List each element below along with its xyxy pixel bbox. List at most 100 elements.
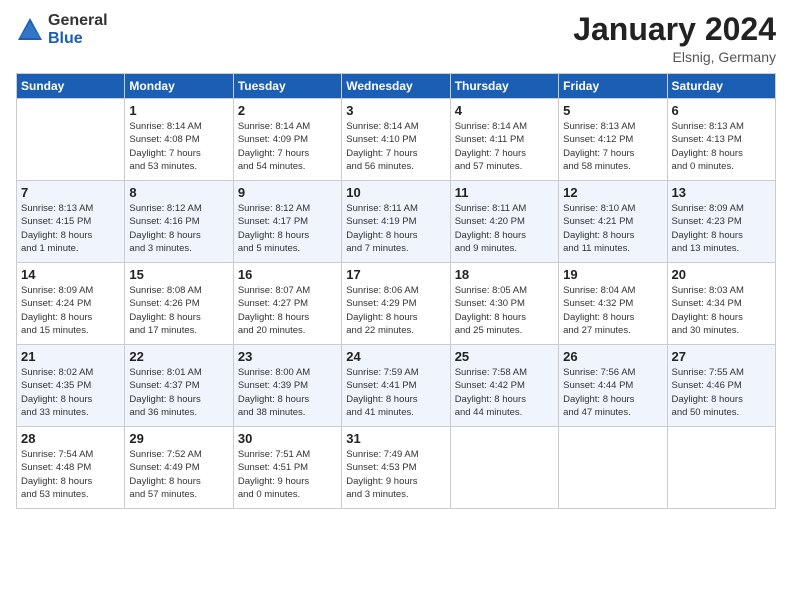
day-info: Sunrise: 8:14 AMSunset: 4:09 PMDaylight:… bbox=[238, 120, 337, 173]
day-number: 1 bbox=[129, 103, 228, 118]
day-info: Sunrise: 7:49 AMSunset: 4:53 PMDaylight:… bbox=[346, 448, 445, 501]
day-number: 9 bbox=[238, 185, 337, 200]
day-number: 31 bbox=[346, 431, 445, 446]
day-info: Sunrise: 8:09 AMSunset: 4:24 PMDaylight:… bbox=[21, 284, 120, 337]
day-number: 24 bbox=[346, 349, 445, 364]
table-row: 16 Sunrise: 8:07 AMSunset: 4:27 PMDayligh… bbox=[233, 263, 341, 345]
day-number: 20 bbox=[672, 267, 771, 282]
day-number: 10 bbox=[346, 185, 445, 200]
table-row: 15 Sunrise: 8:08 AMSunset: 4:26 PMDayligh… bbox=[125, 263, 233, 345]
table-row: 4Sunrise: 8:14 AMSunset: 4:11 PMDaylight… bbox=[450, 99, 558, 181]
day-info: Sunrise: 8:11 AMSunset: 4:20 PMDaylight:… bbox=[455, 202, 554, 255]
day-number: 16 bbox=[238, 267, 337, 282]
day-info: Sunrise: 8:08 AMSunset: 4:26 PMDaylight:… bbox=[129, 284, 228, 337]
day-info: Sunrise: 8:13 AMSunset: 4:13 PMDaylight:… bbox=[672, 120, 771, 173]
table-row: 29 Sunrise: 7:52 AMSunset: 4:49 PMDayligh… bbox=[125, 427, 233, 509]
table-row: 2 Sunrise: 8:14 AMSunset: 4:09 PMDaylight… bbox=[233, 99, 341, 181]
table-row: 27Sunrise: 7:55 AMSunset: 4:46 PMDayligh… bbox=[667, 345, 775, 427]
day-info: Sunrise: 8:04 AMSunset: 4:32 PMDaylight:… bbox=[563, 284, 662, 337]
table-row: 13 Sunrise: 8:09 AMSunset: 4:23 PMDayligh… bbox=[667, 181, 775, 263]
table-row: 26Sunrise: 7:56 AMSunset: 4:44 PMDayligh… bbox=[559, 345, 667, 427]
table-row: 24Sunrise: 7:59 AMSunset: 4:41 PMDayligh… bbox=[342, 345, 450, 427]
day-info: Sunrise: 8:14 AMSunset: 4:10 PMDaylight:… bbox=[346, 120, 445, 173]
day-info: Sunrise: 8:05 AMSunset: 4:30 PMDaylight:… bbox=[455, 284, 554, 337]
table-row: 7 Sunrise: 8:13 AMSunset: 4:15 PMDaylight… bbox=[17, 181, 125, 263]
table-row: 28 Sunrise: 7:54 AMSunset: 4:48 PMDayligh… bbox=[17, 427, 125, 509]
table-row bbox=[667, 427, 775, 509]
calendar-week-row: 1 Sunrise: 8:14 AMSunset: 4:08 PMDaylight… bbox=[17, 99, 776, 181]
day-info: Sunrise: 8:13 AMSunset: 4:15 PMDaylight:… bbox=[21, 202, 120, 255]
day-number: 5 bbox=[563, 103, 662, 118]
table-row: 9 Sunrise: 8:12 AMSunset: 4:17 PMDaylight… bbox=[233, 181, 341, 263]
day-info: Sunrise: 8:02 AMSunset: 4:35 PMDaylight:… bbox=[21, 366, 120, 419]
day-info: Sunrise: 8:12 AMSunset: 4:17 PMDaylight:… bbox=[238, 202, 337, 255]
table-row: 5Sunrise: 8:13 AMSunset: 4:12 PMDaylight… bbox=[559, 99, 667, 181]
day-number: 17 bbox=[346, 267, 445, 282]
calendar-week-row: 28 Sunrise: 7:54 AMSunset: 4:48 PMDayligh… bbox=[17, 427, 776, 509]
day-number: 3 bbox=[346, 103, 445, 118]
col-sunday: Sunday bbox=[17, 74, 125, 99]
day-info: Sunrise: 8:01 AMSunset: 4:37 PMDaylight:… bbox=[129, 366, 228, 419]
table-row: 30 Sunrise: 7:51 AMSunset: 4:51 PMDayligh… bbox=[233, 427, 341, 509]
table-row: 19 Sunrise: 8:04 AMSunset: 4:32 PMDayligh… bbox=[559, 263, 667, 345]
day-info: Sunrise: 8:11 AMSunset: 4:19 PMDaylight:… bbox=[346, 202, 445, 255]
table-row: 22 Sunrise: 8:01 AMSunset: 4:37 PMDayligh… bbox=[125, 345, 233, 427]
day-number: 12 bbox=[563, 185, 662, 200]
table-row bbox=[17, 99, 125, 181]
table-row: 12 Sunrise: 8:10 AMSunset: 4:21 PMDayligh… bbox=[559, 181, 667, 263]
day-info: Sunrise: 8:00 AMSunset: 4:39 PMDaylight:… bbox=[238, 366, 337, 419]
col-wednesday: Wednesday bbox=[342, 74, 450, 99]
day-info: Sunrise: 8:07 AMSunset: 4:27 PMDaylight:… bbox=[238, 284, 337, 337]
day-info: Sunrise: 8:09 AMSunset: 4:23 PMDaylight:… bbox=[672, 202, 771, 255]
day-number: 30 bbox=[238, 431, 337, 446]
day-number: 15 bbox=[129, 267, 228, 282]
day-info: Sunrise: 8:12 AMSunset: 4:16 PMDaylight:… bbox=[129, 202, 228, 255]
col-monday: Monday bbox=[125, 74, 233, 99]
logo-text: General Blue bbox=[48, 12, 108, 47]
table-row: 21 Sunrise: 8:02 AMSunset: 4:35 PMDayligh… bbox=[17, 345, 125, 427]
table-row: 6 Sunrise: 8:13 AMSunset: 4:13 PMDaylight… bbox=[667, 99, 775, 181]
day-info: Sunrise: 7:54 AMSunset: 4:48 PMDaylight:… bbox=[21, 448, 120, 501]
calendar-header-row: Sunday Monday Tuesday Wednesday Thursday… bbox=[17, 74, 776, 99]
day-info: Sunrise: 7:58 AMSunset: 4:42 PMDaylight:… bbox=[455, 366, 554, 419]
day-number: 29 bbox=[129, 431, 228, 446]
table-row: 1 Sunrise: 8:14 AMSunset: 4:08 PMDaylight… bbox=[125, 99, 233, 181]
day-number: 22 bbox=[129, 349, 228, 364]
day-info: Sunrise: 7:52 AMSunset: 4:49 PMDaylight:… bbox=[129, 448, 228, 501]
day-info: Sunrise: 8:14 AMSunset: 4:08 PMDaylight:… bbox=[129, 120, 228, 173]
day-number: 6 bbox=[672, 103, 771, 118]
day-info: Sunrise: 8:03 AMSunset: 4:34 PMDaylight:… bbox=[672, 284, 771, 337]
logo: General Blue bbox=[16, 12, 108, 47]
logo-blue: Blue bbox=[48, 30, 108, 48]
location-subtitle: Elsnig, Germany bbox=[573, 49, 776, 65]
table-row: 8Sunrise: 8:12 AMSunset: 4:16 PMDaylight… bbox=[125, 181, 233, 263]
calendar-week-row: 14Sunrise: 8:09 AMSunset: 4:24 PMDayligh… bbox=[17, 263, 776, 345]
table-row bbox=[450, 427, 558, 509]
day-number: 11 bbox=[455, 185, 554, 200]
calendar-week-row: 21 Sunrise: 8:02 AMSunset: 4:35 PMDayligh… bbox=[17, 345, 776, 427]
day-number: 13 bbox=[672, 185, 771, 200]
table-row: 3 Sunrise: 8:14 AMSunset: 4:10 PMDaylight… bbox=[342, 99, 450, 181]
day-info: Sunrise: 8:10 AMSunset: 4:21 PMDaylight:… bbox=[563, 202, 662, 255]
day-number: 19 bbox=[563, 267, 662, 282]
day-number: 7 bbox=[21, 185, 120, 200]
col-tuesday: Tuesday bbox=[233, 74, 341, 99]
day-info: Sunrise: 7:55 AMSunset: 4:46 PMDaylight:… bbox=[672, 366, 771, 419]
logo-general: General bbox=[48, 12, 108, 30]
month-year-title: January 2024 bbox=[573, 12, 776, 47]
table-row: 31 Sunrise: 7:49 AMSunset: 4:53 PMDayligh… bbox=[342, 427, 450, 509]
title-block: January 2024 Elsnig, Germany bbox=[573, 12, 776, 65]
col-friday: Friday bbox=[559, 74, 667, 99]
day-number: 2 bbox=[238, 103, 337, 118]
table-row: 18 Sunrise: 8:05 AMSunset: 4:30 PMDayligh… bbox=[450, 263, 558, 345]
day-number: 25 bbox=[455, 349, 554, 364]
day-number: 28 bbox=[21, 431, 120, 446]
day-info: Sunrise: 8:06 AMSunset: 4:29 PMDaylight:… bbox=[346, 284, 445, 337]
table-row: 14Sunrise: 8:09 AMSunset: 4:24 PMDayligh… bbox=[17, 263, 125, 345]
calendar-table: Sunday Monday Tuesday Wednesday Thursday… bbox=[16, 73, 776, 509]
day-info: Sunrise: 7:51 AMSunset: 4:51 PMDaylight:… bbox=[238, 448, 337, 501]
day-number: 26 bbox=[563, 349, 662, 364]
day-number: 18 bbox=[455, 267, 554, 282]
day-number: 21 bbox=[21, 349, 120, 364]
table-row: 25 Sunrise: 7:58 AMSunset: 4:42 PMDayligh… bbox=[450, 345, 558, 427]
